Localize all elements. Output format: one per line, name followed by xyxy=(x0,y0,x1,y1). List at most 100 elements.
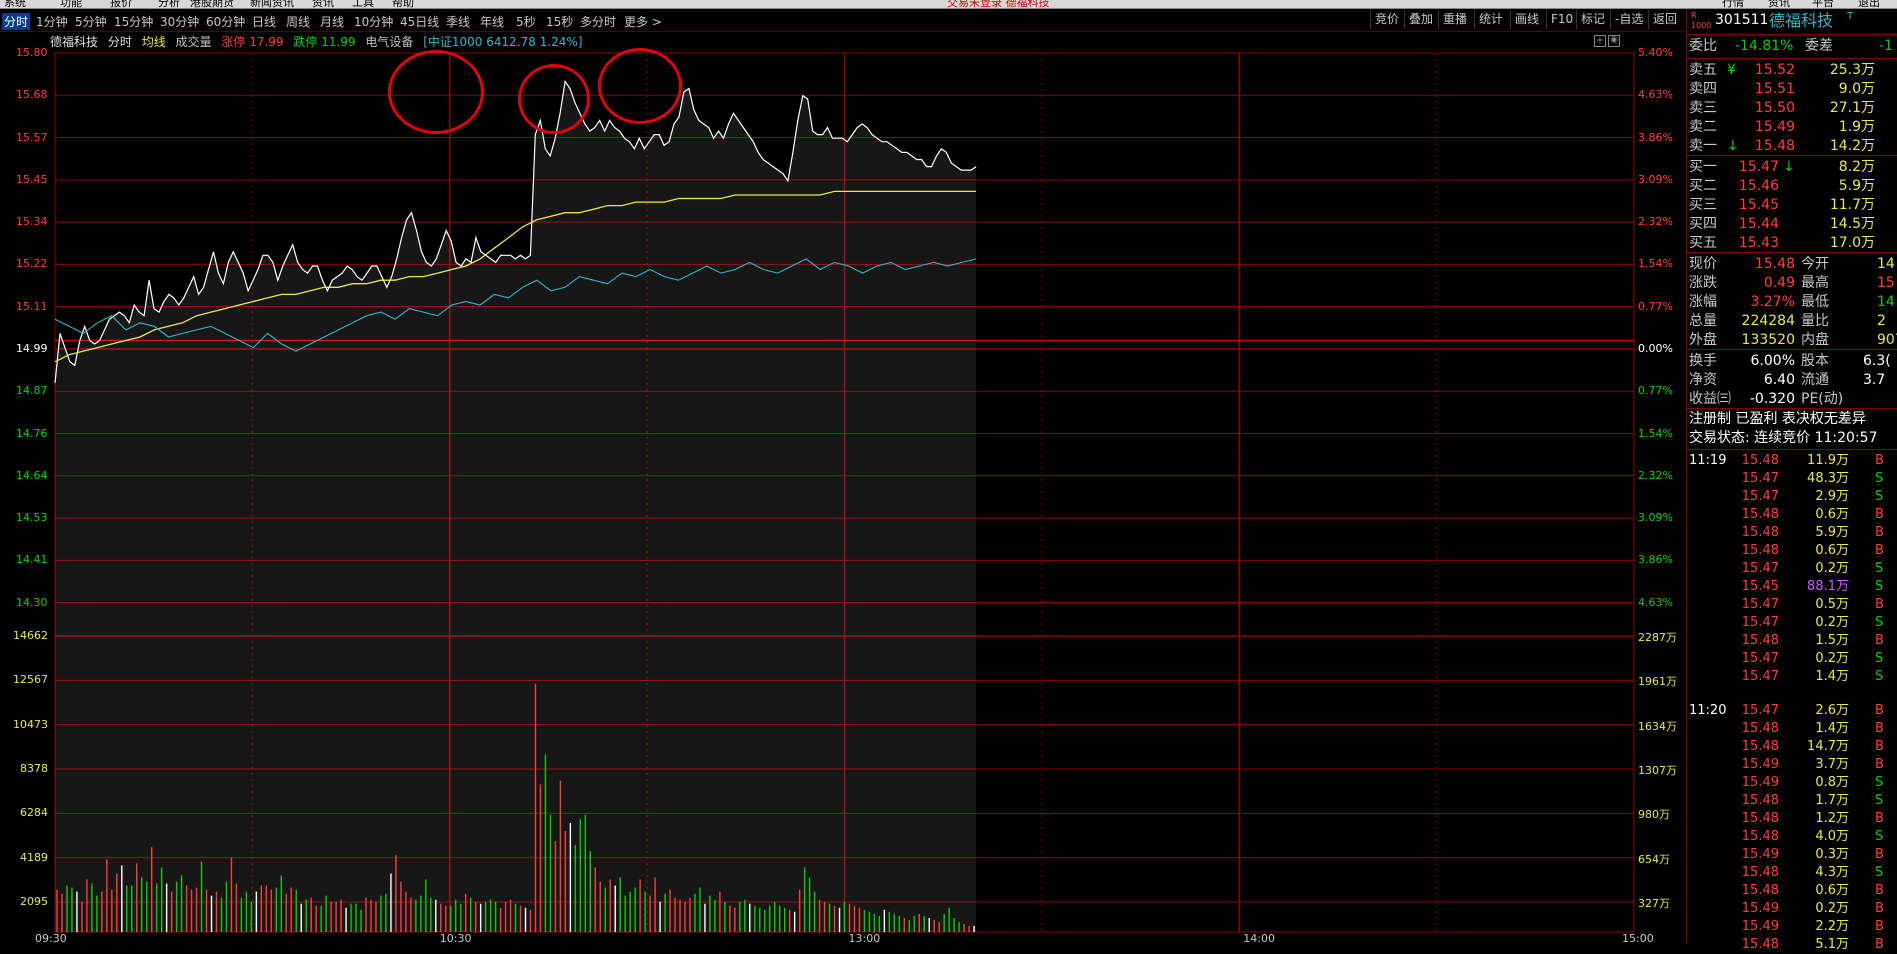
stock-code: 301511 xyxy=(1715,12,1769,28)
tick-direction: S xyxy=(1875,579,1884,594)
price-axis-label: 15.45 xyxy=(16,172,48,186)
tick-volume: 0.2万 xyxy=(1815,615,1849,630)
menu-item-info[interactable]: 资讯 xyxy=(312,0,334,8)
bid-volume: 17.0万 xyxy=(1829,235,1875,251)
period-15min[interactable]: 15分钟 xyxy=(114,13,153,30)
volume-axis-label-right: 1961万 xyxy=(1638,675,1677,689)
index-label: [中证1000 6412.78 1.24%] xyxy=(423,35,583,49)
tool-replay[interactable]: 重播 xyxy=(1438,10,1471,29)
period-1min[interactable]: 1分钟 xyxy=(36,13,68,30)
period-60min[interactable]: 60分钟 xyxy=(206,13,245,30)
tick-price: 15.48 xyxy=(1741,865,1779,880)
tool-f10[interactable]: F10 xyxy=(1546,10,1577,29)
volume-axis-label: 4189 xyxy=(20,850,48,864)
settings-icon[interactable]: ◉ xyxy=(1608,35,1620,47)
tick-volume: 4.0万 xyxy=(1815,829,1849,844)
stat-value: 224284 xyxy=(1741,313,1795,329)
period-45day[interactable]: 45日线 xyxy=(400,13,439,30)
top-button-info[interactable]: 资讯 xyxy=(1768,0,1790,8)
pct-axis-label: 1.54% xyxy=(1638,426,1673,440)
tick-price: 15.48 xyxy=(1741,937,1779,952)
stat-label: 流通 xyxy=(1801,372,1829,388)
pct-axis-label: 3.09% xyxy=(1638,172,1673,186)
top-button-quote[interactable]: 行情 xyxy=(1722,0,1744,8)
tick-price: 15.48 xyxy=(1741,883,1779,898)
tick-volume: 1.5万 xyxy=(1815,633,1849,648)
period-week[interactable]: 周线 xyxy=(286,13,310,30)
tick-volume: 14.7万 xyxy=(1807,739,1849,754)
volume-axis-label-right: 327万 xyxy=(1638,897,1670,910)
trade-status: 交易状态: 连续竞价 11:20:57 xyxy=(1687,429,1897,448)
ask-volume: 1.9万 xyxy=(1838,119,1875,135)
stat-row: 外盘133520内盘907 xyxy=(1687,331,1897,350)
ask-row: 卖三 15.50 27.1万 xyxy=(1687,99,1897,118)
annotation-circle xyxy=(598,48,682,124)
stat-value: 6.3( xyxy=(1863,353,1891,369)
tick-volume: 48.3万 xyxy=(1807,471,1849,486)
tool-auction[interactable]: 竞价 xyxy=(1370,10,1403,29)
menu-item-analysis[interactable]: 分析 xyxy=(158,0,180,8)
tool-back[interactable]: 返回 xyxy=(1648,10,1681,29)
weibi-row: 委比 -14.81% 委差 -1 xyxy=(1687,37,1897,56)
add-icon[interactable]: + xyxy=(1594,35,1606,47)
period-15sec[interactable]: 15秒 xyxy=(546,13,573,30)
ask-row: 卖二 15.49 1.9万 xyxy=(1687,118,1897,137)
sector-label: 电气设备 xyxy=(365,35,414,49)
tick-volume: 0.2万 xyxy=(1815,901,1849,916)
intraday-chart[interactable] xyxy=(0,32,1686,943)
tick-direction: B xyxy=(1875,919,1884,934)
tick-row: 15.49 2.2万 B xyxy=(1687,918,1897,936)
period-intraday[interactable]: 分时 xyxy=(2,13,31,30)
period-day[interactable]: 日线 xyxy=(252,13,276,30)
period-year[interactable]: 年线 xyxy=(480,13,504,30)
menu-item-quote[interactable]: 报价 xyxy=(110,0,132,8)
pct-axis-label: 0.77% xyxy=(1638,299,1673,313)
tick-volume: 0.6万 xyxy=(1815,883,1849,898)
menu-item-news[interactable]: 新闻资讯 xyxy=(250,0,294,8)
tool-draw[interactable]: 画线 xyxy=(1510,10,1543,29)
tick-price: 15.47 xyxy=(1741,651,1779,666)
period-30min[interactable]: 30分钟 xyxy=(160,13,199,30)
stat-label: 今开 xyxy=(1801,256,1829,272)
tick-price: 15.48 xyxy=(1741,811,1779,826)
stat-value: 0.49 xyxy=(1763,275,1795,291)
top-button-exit[interactable]: 退出 xyxy=(1858,0,1880,8)
menu-item-hk-futures[interactable]: 港股期货 xyxy=(190,0,234,8)
price-axis-label: 14.53 xyxy=(16,511,48,525)
period-5sec[interactable]: 5秒 xyxy=(516,13,536,30)
annotation-circle xyxy=(518,64,590,134)
tick-direction: B xyxy=(1875,721,1884,736)
tick-volume: 2.6万 xyxy=(1815,703,1849,718)
weicha-label: 委差 xyxy=(1805,38,1833,54)
tick-volume: 5.1万 xyxy=(1815,937,1849,952)
tool-mark[interactable]: 标记 xyxy=(1576,10,1609,29)
limit-up-label: 涨停 17.99 xyxy=(221,35,284,49)
volume-axis-label-right: 2287万 xyxy=(1638,631,1677,644)
tick-row: 11:20 15.47 2.6万 B xyxy=(1687,702,1897,720)
volume-axis-label: 2095 xyxy=(20,895,48,908)
tick-direction: B xyxy=(1875,453,1884,468)
stock-flag: T xyxy=(1847,11,1854,22)
menu-item-system[interactable]: 系统 xyxy=(4,0,26,8)
period-5min[interactable]: 5分钟 xyxy=(75,13,107,30)
tool-overlay[interactable]: 叠加 xyxy=(1404,10,1437,29)
period-quarter[interactable]: 季线 xyxy=(446,13,470,30)
stat-label: 股本 xyxy=(1801,353,1829,369)
period-month[interactable]: 月线 xyxy=(320,13,344,30)
volume-label: 成交量 xyxy=(175,35,212,49)
menu-item-tools[interactable]: 工具 xyxy=(352,0,374,8)
price-axis-label: 14.76 xyxy=(16,426,48,440)
tool-watchlist[interactable]: -自选 xyxy=(1610,10,1647,29)
bid-row: 买三 15.45 11.7万 xyxy=(1687,196,1897,215)
stat-label: 最高 xyxy=(1801,275,1829,291)
top-button-platform[interactable]: 平台 xyxy=(1812,0,1834,8)
menu-item-help[interactable]: 帮助 xyxy=(392,0,414,8)
period-10min[interactable]: 10分钟 xyxy=(354,13,393,30)
stat-label: 量比 xyxy=(1801,313,1829,329)
menu-item-function[interactable]: 功能 xyxy=(60,0,82,8)
tick-volume: 1.7万 xyxy=(1815,793,1849,808)
tool-stats[interactable]: 统计 xyxy=(1474,10,1507,29)
period-multi[interactable]: 多分时 xyxy=(580,13,616,30)
period-more[interactable]: 更多 > xyxy=(624,13,662,30)
tick-row: 11:19 15.48 11.9万 B xyxy=(1687,452,1897,470)
